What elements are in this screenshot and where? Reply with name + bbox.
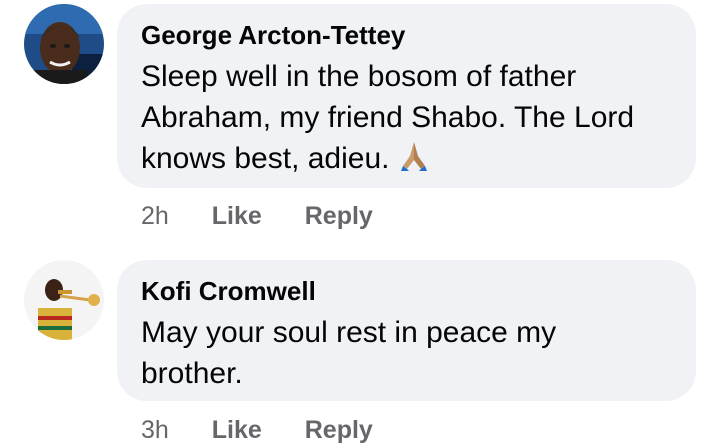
praying-hands-icon — [397, 138, 431, 183]
comment-bubble: George Arcton-Tettey Sleep well in the b… — [117, 4, 696, 188]
avatar-photo — [24, 4, 104, 84]
comment-actions: 3h Like Reply — [141, 416, 409, 445]
comment-author[interactable]: George Arcton-Tettey — [141, 20, 672, 50]
comment-timestamp[interactable]: 3h — [141, 416, 169, 444]
comment-text: Sleep well in the bosom of father Abraha… — [141, 56, 672, 183]
avatar[interactable] — [24, 260, 104, 340]
comment-author[interactable]: Kofi Cromwell — [141, 276, 672, 306]
like-button[interactable]: Like — [212, 416, 262, 444]
avatar-photo — [24, 260, 104, 340]
comment-text: May your soul rest in peace my brother. — [141, 316, 557, 390]
reply-button[interactable]: Reply — [305, 416, 373, 444]
comment-timestamp[interactable]: 2h — [141, 202, 169, 230]
comment-actions: 2h Like Reply — [141, 202, 409, 231]
comment-bubble: Kofi Cromwell May your soul rest in peac… — [117, 260, 696, 401]
reply-button[interactable]: Reply — [305, 202, 373, 230]
avatar[interactable] — [24, 4, 104, 84]
comment-text-body: Sleep well in the bosom of father Abraha… — [141, 60, 635, 175]
like-button[interactable]: Like — [212, 202, 262, 230]
